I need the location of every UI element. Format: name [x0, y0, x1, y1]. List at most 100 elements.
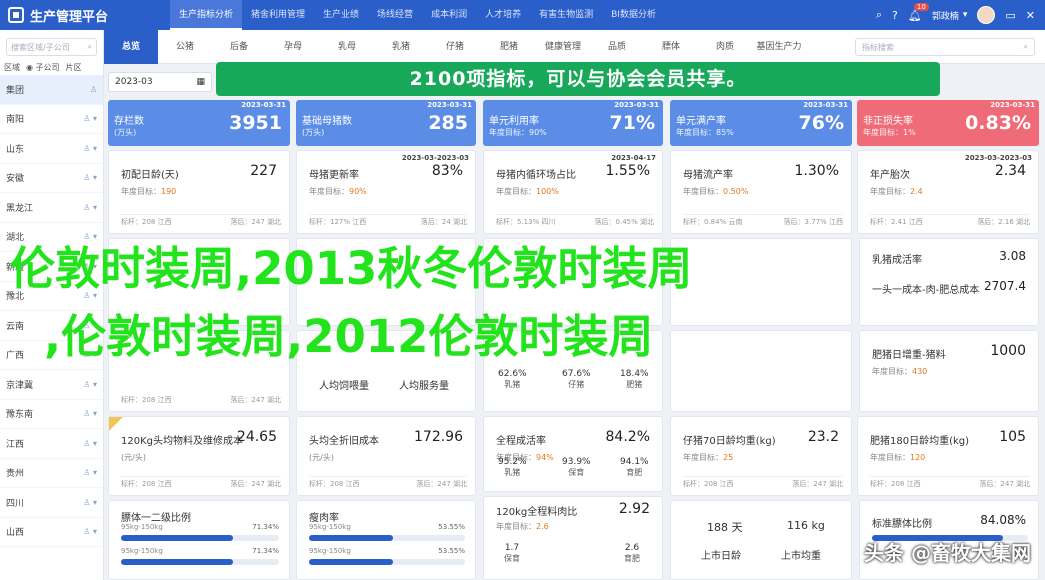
tab-item[interactable]: 肉质 — [698, 30, 752, 64]
sidebar-scope-radio[interactable]: 区域 ◉ 子公司 片区 — [0, 60, 103, 75]
tab-item[interactable]: 仔猪 — [428, 30, 482, 64]
metric-card[interactable]: 肥猪180日龄均重(kg) 105 年度目标：120 标杆：208 江西 落后：247 … — [857, 416, 1039, 496]
avatar[interactable] — [977, 6, 996, 24]
tab-item[interactable]: 膘体 — [644, 30, 698, 64]
kpi-card[interactable]: 2023-03-31 非正损失率 年度目标：1% 0.83% — [857, 100, 1039, 146]
tab-item[interactable]: 乳母 — [320, 30, 374, 64]
kpi-card[interactable]: 2023-03-31 存栏数 (万头) 3951 — [108, 100, 290, 146]
window-icon[interactable]: ▭ — [1005, 9, 1015, 22]
sidebar-item[interactable]: 南阳 ♙ ▾ — [0, 105, 103, 134]
nav-item-performance[interactable]: 生产业绩 — [314, 0, 368, 30]
metric-card[interactable]: 乳猪成活率 3.08 一头一成本-肉-肥总成本 2707.4 — [859, 238, 1039, 326]
metric-value: 2.34 — [994, 163, 1026, 179]
index-search-input[interactable]: 指标搜索 ⌕ — [855, 38, 1035, 56]
nav-item-production-index[interactable]: 生产指标分析 — [170, 0, 243, 30]
user-chevron-icon[interactable]: ♙ ▾ — [83, 114, 97, 123]
radio-region[interactable]: 区域 — [4, 62, 20, 73]
metric-card[interactable]: 头均全折旧成本 172.96 (元/头) 标杆：208 江西 落后：247 湖北 — [296, 416, 476, 496]
mini-stat: 93.9% 保育 — [562, 457, 591, 478]
tab-item[interactable]: 乳猪 — [374, 30, 428, 64]
tab-item[interactable]: 健康管理 — [536, 30, 590, 64]
metric-card[interactable]: 全程成活率 84.2% 年度目标：94% 95.2% 乳猪 93.9% 保育 94.1% 育肥 — [483, 416, 663, 492]
sidebar-item[interactable]: 安徽 ♙ ▾ — [0, 164, 103, 193]
kpi-value: 285 — [428, 112, 468, 134]
metric-title: 全程成活率 — [496, 436, 546, 447]
radio-area[interactable]: 片区 — [66, 62, 82, 73]
metric-card[interactable]: 母猪流产率 1.30% 年度目标：0.50% 标杆：0.84% 云南 落后：3.77% … — [670, 150, 852, 234]
nav-item-bi[interactable]: BI数据分析 — [602, 0, 665, 30]
user-chevron-icon[interactable]: ♙ ▾ — [83, 173, 97, 182]
tab-item[interactable]: 总览 — [104, 29, 158, 64]
mini-label: 仔猪 — [568, 380, 585, 389]
mini-stat: 2.6 育肥 — [624, 543, 640, 564]
metric-value: 227 — [250, 163, 277, 179]
user-chevron-icon[interactable]: ♙ ▾ — [83, 144, 97, 153]
progress-bar — [121, 535, 279, 541]
sidebar-item[interactable]: 集团 ♙ — [0, 75, 103, 105]
metric-card[interactable] — [670, 238, 852, 326]
user-chevron-icon[interactable]: ♙ ▾ — [83, 203, 97, 212]
app-logo[interactable]: 生产管理平台 — [0, 6, 170, 25]
sidebar-item-label: 江西 — [6, 439, 25, 450]
user-icon[interactable]: ♙ — [90, 85, 97, 94]
user-chevron-icon[interactable]: ♙ ▾ — [83, 498, 97, 507]
notify-badge: 10 — [913, 2, 929, 11]
metric-target: 年度目标：190 — [121, 186, 176, 197]
nav-item-cost-profit[interactable]: 成本利润 — [422, 0, 476, 30]
kpi-card[interactable]: 2023-03-31 单元利用率 年度目标：90% 71% — [483, 100, 663, 146]
metric-card[interactable]: 膘体一二级比例 95kg-150kg 71.34% 95kg-150kg 71.… — [108, 500, 290, 580]
metric-card[interactable]: 初配日龄(天) 227 年度目标：190 标杆：208 江西 落后：247 湖北 — [108, 150, 290, 234]
user-menu[interactable]: 郭政楠 ▾ — [932, 9, 968, 22]
sidebar-item[interactable]: 京津冀 ♙ ▾ — [0, 370, 103, 400]
sidebar-item[interactable]: 贵州 ♙ ▾ — [0, 459, 103, 488]
benchmark-label: 标杆：127% 江西 — [309, 218, 367, 226]
sidebar-item[interactable]: 江西 ♙ ▾ — [0, 429, 103, 459]
kpi-card[interactable]: 2023-03-31 基础母猪数 (万头) 285 — [296, 100, 476, 146]
metric-card[interactable]: 仔猪70日龄均重(kg) 23.2 年度目标：25 标杆：208 江西 落后：247 湖… — [670, 416, 852, 496]
target-label: 年度目标： — [683, 453, 723, 462]
metric-title: 标准膘体比例 — [872, 519, 932, 530]
metric-card[interactable]: 120kg全程料肉比 2.92 年度目标：2.6 1.7 保育 2.6 育肥 — [483, 496, 663, 580]
sidebar-item[interactable]: 豫东南 ♙ ▾ — [0, 400, 103, 429]
tab-item[interactable]: 公猪 — [158, 30, 212, 64]
tab-item[interactable]: 肥猪 — [482, 30, 536, 64]
search-icon[interactable]: ⌕ — [876, 8, 882, 22]
metric-card[interactable]: 120Kg头均物料及维修成本 24.65 (元/头) 标杆：208 江西 落后：247 … — [108, 416, 290, 496]
tab-list: 总览 公猪 后备 孕母 乳母 乳猪 仔猪 肥猪 健康管理 品质 膘体 肉质 基因生产力 — [104, 29, 806, 64]
nav-item-pest-monitor[interactable]: 有害生物监测 — [530, 0, 602, 30]
metric-card[interactable]: 瘦肉率 95kg-150kg 53.55% 95kg-150kg 53.55% — [296, 500, 476, 580]
kpi-card[interactable]: 2023-03-31 单元满产率 年度目标：85% 76% — [670, 100, 852, 146]
sidebar-search-input[interactable]: 搜索区域/子公司 ⌕ — [6, 38, 97, 56]
sidebar-item[interactable]: 黑龙江 ♙ ▾ — [0, 193, 103, 223]
metric-card[interactable]: 188 天 116 kg 上市日龄 上市均重 — [670, 500, 852, 580]
metric-card[interactable]: 2023-03-2023-03 年产胎次 2.34 年度目标：2.4 标杆：2.41 江… — [857, 150, 1039, 234]
metric-card[interactable]: 肥猪日增重-猪料 1000 年度目标：430 — [859, 330, 1039, 412]
user-chevron-icon[interactable]: ♙ ▾ — [83, 527, 97, 536]
tab-item[interactable]: 孕母 — [266, 30, 320, 64]
bell-icon[interactable]: 🔔︎ 10 — [908, 2, 929, 22]
month-picker[interactable]: 2023-03 ▦ — [108, 72, 212, 92]
sidebar-item[interactable]: 四川 ♙ ▾ — [0, 488, 103, 518]
radio-subsidiary[interactable]: ◉ 子公司 — [26, 62, 60, 73]
metric-card[interactable] — [670, 330, 852, 412]
metric-card[interactable]: 2023-03-2023-03 母猪更新率 83% 年度目标：90% 标杆：127% 江… — [296, 150, 476, 234]
user-chevron-icon[interactable]: ♙ ▾ — [83, 439, 97, 448]
close-icon[interactable]: ✕ — [1026, 9, 1035, 22]
tab-item[interactable]: 后备 — [212, 30, 266, 64]
metric-target: 年度目标：430 — [872, 366, 927, 377]
metric-card[interactable]: 2023-04-17 母猪内循环场占比 1.55% 年度目标：100% 标杆：5.13%… — [483, 150, 663, 234]
help-icon[interactable]: ? — [892, 9, 898, 22]
target-value: 100% — [536, 187, 559, 196]
warning-flag-icon — [109, 417, 123, 431]
sidebar-item[interactable]: 山西 ♙ ▾ — [0, 518, 103, 547]
tab-item[interactable]: 基因生产力 — [752, 30, 806, 64]
nav-item-line-operation[interactable]: 场线经营 — [368, 0, 422, 30]
user-chevron-icon[interactable]: ♙ ▾ — [83, 380, 97, 389]
user-chevron-icon[interactable]: ♙ ▾ — [83, 409, 97, 418]
mini-label: 育肥 — [624, 554, 640, 563]
tab-item[interactable]: 品质 — [590, 30, 644, 64]
sidebar-item[interactable]: 山东 ♙ ▾ — [0, 134, 103, 164]
nav-item-talent[interactable]: 人才培养 — [476, 0, 530, 30]
user-chevron-icon[interactable]: ♙ ▾ — [83, 468, 97, 477]
nav-item-barn-utilization[interactable]: 猪舍利用管理 — [242, 0, 314, 30]
